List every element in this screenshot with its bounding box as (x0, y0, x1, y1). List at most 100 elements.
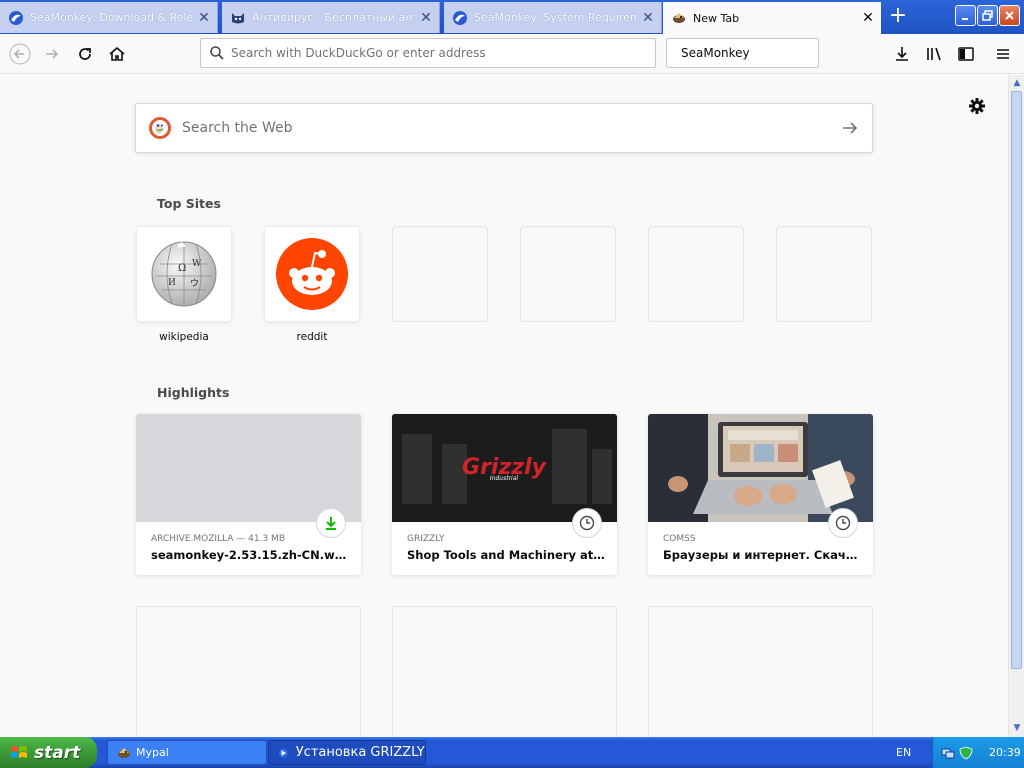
search-input[interactable] (681, 46, 831, 60)
windows-logo-icon (11, 745, 27, 758)
hamburger-menu-icon (997, 49, 1009, 59)
top-site-label: reddit (296, 331, 328, 343)
tab-label: SeaMonkey: Download & Releases (30, 11, 193, 24)
taskbar-item-label: Mypal (136, 746, 169, 759)
restore-icon (982, 10, 993, 21)
security-shield-icon[interactable] (959, 746, 973, 760)
top-site-reddit[interactable]: reddit (264, 226, 360, 343)
card-title: Shop Tools and Machinery at Grizzly.com (407, 548, 605, 562)
library-button[interactable] (920, 40, 948, 68)
top-site-placeholder[interactable] (776, 226, 872, 322)
reddit-alien-icon (276, 238, 348, 310)
web-search-box[interactable] (135, 103, 873, 153)
close-icon[interactable]: ✕ (419, 11, 433, 25)
tab-strip: SeaMonkey: Download & Releases ✕ Антивир… (0, 0, 1024, 34)
card-title: seamonkey-2.53.15.zh-CN.win64.installer.… (151, 548, 349, 562)
top-site-empty[interactable] (776, 226, 872, 322)
svg-text:И: И (168, 278, 176, 288)
top-site-placeholder[interactable] (648, 226, 744, 322)
menu-button[interactable] (989, 40, 1017, 68)
tab-label: New Tab (693, 11, 740, 25)
card-source: GRIZZLY (407, 534, 445, 544)
new-tab-page: Top Sites Ω W И ウ wikipedia (0, 75, 1008, 737)
highlight-card-comss[interactable]: COMSS Браузеры и интернет. Скачать прогр… (648, 414, 873, 575)
language-indicator[interactable]: EN (896, 746, 911, 759)
search-bar[interactable] (666, 38, 831, 68)
back-button[interactable] (6, 40, 34, 68)
restore-button[interactable] (977, 5, 998, 26)
svg-text:W: W (192, 259, 202, 269)
reload-button[interactable] (71, 40, 99, 68)
visited-badge (828, 508, 858, 538)
forward-arrow-icon (46, 49, 59, 59)
top-site-empty[interactable] (520, 226, 616, 322)
start-button[interactable]: start (0, 737, 97, 768)
back-arrow-icon (9, 43, 31, 65)
taskbar-item-label: Установка GRIZZLY А (295, 745, 425, 760)
laptop-photo-image (648, 414, 873, 522)
close-icon[interactable]: ✕ (197, 11, 211, 25)
wikipedia-globe-icon: Ω W И ウ (151, 241, 217, 307)
start-label: start (34, 742, 81, 763)
gear-icon (969, 98, 985, 114)
vertical-scrollbar[interactable]: ▲ ▼ (1008, 75, 1024, 737)
top-site-placeholder[interactable] (520, 226, 616, 322)
tab-seamonkey-requirements[interactable]: SeaMonkey: System Requirements ✕ (444, 2, 662, 33)
top-site-placeholder[interactable] (392, 226, 488, 322)
highlight-card-download[interactable]: ARCHIVE.MOZILLA — 41.3 MB seamonkey-2.53… (136, 414, 361, 575)
installer-icon (278, 747, 288, 758)
top-site-empty[interactable] (648, 226, 744, 322)
taskbar-item-installer[interactable]: Установка GRIZZLY А (268, 740, 426, 765)
new-tab-button[interactable]: + (883, 4, 913, 30)
taskbar-item-mypal[interactable]: Mypal (107, 740, 267, 765)
mypal-icon (671, 10, 687, 26)
close-icon (1005, 11, 1014, 20)
scroll-down-icon[interactable]: ▼ (1009, 721, 1024, 735)
tab-label: SeaMonkey: System Requirements (474, 11, 637, 24)
home-icon (109, 46, 125, 61)
tab-new-tab[interactable]: New Tab ✕ (663, 2, 881, 34)
close-icon[interactable]: ✕ (641, 11, 655, 25)
sidebar-toggle-button[interactable] (952, 40, 980, 68)
clock-icon (579, 515, 595, 531)
top-site-wikipedia[interactable]: Ω W И ウ wikipedia (136, 226, 232, 343)
forward-button[interactable] (38, 40, 66, 68)
highlight-placeholder (392, 606, 617, 737)
card-source: ARCHIVE.MOZILLA — 41.3 MB (151, 534, 285, 544)
top-site-tile[interactable]: Ω W И ウ (136, 226, 232, 322)
scrollbar-thumb[interactable] (1011, 91, 1022, 669)
network-icon[interactable] (941, 746, 955, 760)
visited-badge (572, 508, 602, 538)
reload-icon (79, 48, 91, 60)
taskbar: start Mypal Установка GRIZZLY А EN 20:39 (0, 737, 1024, 768)
svg-text:ウ: ウ (190, 278, 199, 289)
scroll-up-icon[interactable]: ▲ (1009, 76, 1024, 90)
top-site-label: wikipedia (159, 331, 209, 343)
top-site-tile[interactable] (264, 226, 360, 322)
library-icon (927, 47, 941, 61)
download-badge (316, 508, 346, 538)
home-button[interactable] (103, 40, 131, 68)
clock[interactable]: 20:39 (989, 746, 1021, 759)
downloads-button[interactable] (888, 40, 916, 68)
highlight-card-grizzly[interactable]: Grizzly Industrial GRIZZLY Shop Tools an… (392, 414, 617, 575)
highlight-placeholder (648, 606, 873, 737)
svg-text:Ω: Ω (178, 263, 186, 274)
page-settings-button[interactable] (966, 95, 988, 117)
navigation-toolbar (0, 34, 1024, 74)
top-site-empty[interactable] (392, 226, 488, 322)
card-thumbnail (136, 414, 361, 522)
tab-antivirus[interactable]: Антивирус - Бесплатный антивирус ✕ (222, 2, 440, 33)
search-go-arrow-icon[interactable] (840, 118, 860, 138)
tab-seamonkey-download[interactable]: SeaMonkey: Download & Releases ✕ (0, 2, 218, 33)
close-icon[interactable]: ✕ (861, 11, 875, 25)
mypal-icon (118, 747, 130, 758)
search-icon (210, 46, 224, 60)
web-search-input[interactable] (182, 120, 840, 136)
grizzly-logo-subtext: Industrial (490, 475, 518, 482)
url-input[interactable] (231, 46, 655, 60)
window-close-button[interactable] (999, 5, 1020, 26)
url-bar[interactable] (200, 38, 656, 68)
minimize-button[interactable] (955, 5, 976, 26)
highlights-heading: Highlights (157, 385, 230, 400)
